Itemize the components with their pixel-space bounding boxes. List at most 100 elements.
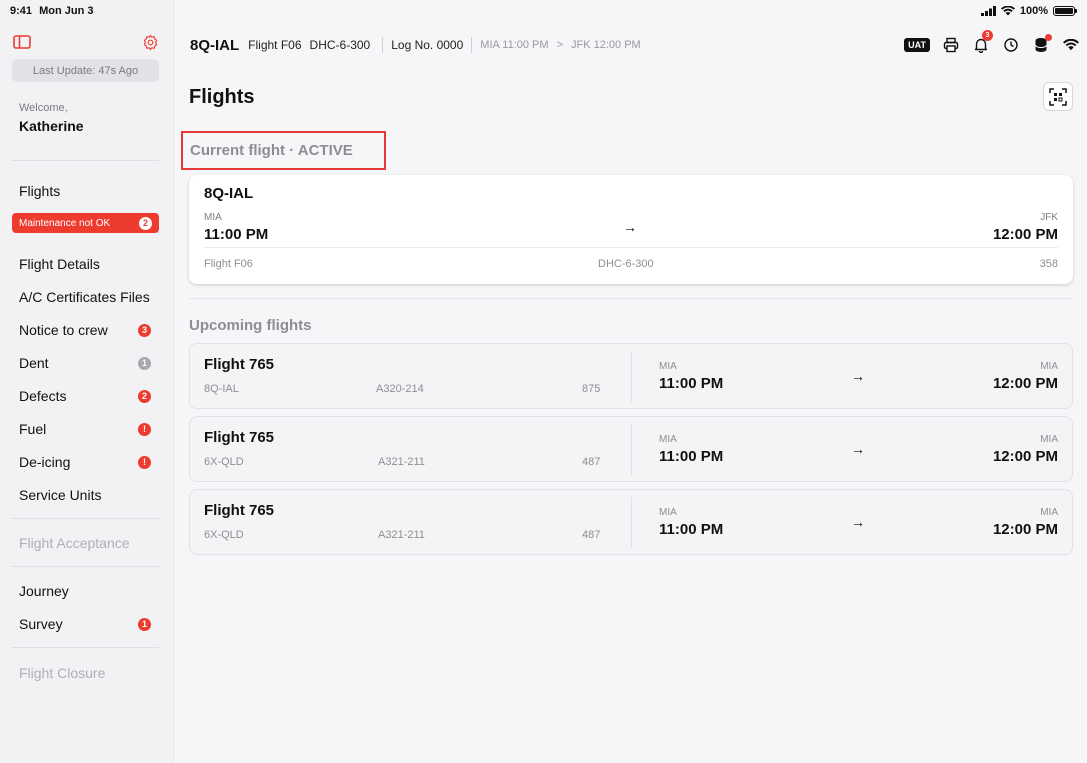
history-clock-icon (1004, 38, 1018, 52)
sidebar-item-label: Flights (19, 183, 61, 199)
arrival-airport-code: MIA (1040, 507, 1058, 518)
maintenance-alert-label: Maintenance not OK (19, 217, 111, 229)
sidebar-item-label: Flight Details (19, 256, 100, 272)
sidebar: Last Update: 47s Ago Welcome, Katherine … (0, 0, 174, 763)
flight-header: 8Q-IAL Flight F06 DHC-6-300 Log No. 0000… (190, 30, 1080, 56)
card-divider (204, 247, 1058, 248)
header-route-from: MIA 11:00 PM (480, 39, 549, 51)
maintenance-alert-banner[interactable]: Maintenance not OK 2 (12, 213, 159, 233)
current-flight-count: 358 (1039, 258, 1058, 270)
sidebar-item-label: Flight Acceptance (19, 535, 130, 551)
header-registration: 8Q-IAL (190, 36, 240, 54)
sidebar-item-defects[interactable]: Defects 2 (19, 387, 159, 405)
sidebar-toggle-icon[interactable] (13, 35, 31, 49)
upcoming-flight-registration: 6X-QLD (204, 456, 244, 468)
sidebar-item-flights[interactable]: Flights (19, 182, 159, 200)
defects-count-badge: 2 (138, 389, 151, 403)
header-flight: Flight F06 (248, 38, 302, 52)
departure-time: 11:00 PM (659, 375, 724, 392)
sidebar-item-label: Journey (19, 583, 69, 599)
maintenance-alert-count: 2 (139, 216, 152, 230)
wifi-icon (1000, 6, 1015, 16)
departure-airport-code: MIA (204, 212, 222, 223)
connectivity-button[interactable] (1062, 36, 1080, 54)
survey-count-badge: 1 (138, 617, 151, 631)
sidebar-item-de-icing[interactable]: De-icing ! (19, 453, 159, 471)
sync-alert-dot (1045, 34, 1052, 41)
upcoming-flight-card[interactable]: Flight 765 8Q-IAL A320-214 875 MIA 11:00… (189, 343, 1073, 409)
sidebar-item-survey[interactable]: Survey 1 (19, 615, 159, 633)
sidebar-item-label: Service Units (19, 487, 102, 503)
arrival-time: 12:00 PM (992, 521, 1058, 538)
sidebar-item-ac-certificates[interactable]: A/C Certificates Files (19, 288, 159, 306)
sidebar-divider (12, 518, 159, 519)
settings-gear-icon[interactable] (142, 34, 159, 51)
departure-time: 11:00 PM (659, 521, 724, 538)
upcoming-flight-card[interactable]: Flight 765 6X-QLD A321-211 487 MIA 11:00… (189, 416, 1073, 482)
dent-count-badge: 1 (138, 356, 151, 370)
status-time: 9:41 Mon Jun 3 (10, 5, 93, 17)
route-arrow-icon: → (851, 368, 865, 384)
upcoming-flight-count: 487 (582, 529, 601, 541)
arrival-time: 12:00 PM (992, 226, 1058, 243)
card-separator (631, 351, 632, 402)
sidebar-item-journey[interactable]: Journey (19, 582, 159, 600)
battery-icon (1053, 6, 1077, 16)
status-indicators: 100% (980, 5, 1077, 17)
sidebar-item-label: De-icing (19, 454, 71, 470)
wifi-icon (1063, 39, 1079, 51)
arrival-time: 12:00 PM (992, 375, 1058, 392)
arrival-airport-code: MIA (1040, 361, 1058, 372)
last-update-badge: Last Update: 47s Ago (12, 59, 159, 82)
fuel-alert-badge: ! (138, 422, 151, 436)
upcoming-flight-registration: 8Q-IAL (204, 383, 239, 395)
upcoming-flight-card[interactable]: Flight 765 6X-QLD A321-211 487 MIA 11:00… (189, 489, 1073, 555)
header-separator (382, 37, 384, 53)
header-aircraft-type: DHC-6-300 (309, 38, 371, 52)
sidebar-item-label: Dent (19, 355, 49, 371)
departure-airport-code: MIA (659, 507, 677, 518)
status-bar: 9:41 Mon Jun 3 100% (0, 0, 1087, 22)
route-arrow-icon: → (623, 219, 637, 235)
database-sync-button[interactable] (1032, 34, 1052, 54)
sidebar-divider (12, 566, 159, 567)
battery-percentage: 100% (1019, 5, 1048, 17)
departure-airport-code: MIA (659, 434, 677, 445)
arrival-airport-code: MIA (1040, 434, 1058, 445)
notification-count-badge: 3 (982, 30, 993, 41)
printer-icon (943, 37, 959, 53)
current-flight-card[interactable]: 8Q-IAL MIA 11:00 PM → JFK 12:00 PM Fligh… (189, 175, 1073, 284)
sidebar-item-fuel[interactable]: Fuel ! (19, 420, 159, 438)
sidebar-item-label: Defects (19, 388, 67, 404)
current-flight-number: Flight F06 (204, 258, 253, 270)
upcoming-flight-title: Flight 765 (204, 502, 275, 519)
upcoming-flight-count: 487 (582, 456, 601, 468)
departure-airport-code: MIA (659, 361, 677, 372)
current-flight-status-label: Current flight · ACTIVE (181, 131, 386, 170)
sidebar-item-label: Notice to crew (19, 322, 108, 338)
notice-count-badge: 3 (138, 323, 151, 337)
sidebar-item-flight-details[interactable]: Flight Details (19, 255, 159, 273)
arrival-airport-code: JFK (1040, 212, 1058, 223)
username: Katherine (19, 118, 84, 134)
page-title: Flights (189, 86, 255, 108)
header-separator (471, 37, 473, 53)
sidebar-item-notice-to-crew[interactable]: Notice to crew 3 (19, 321, 159, 339)
print-button[interactable] (942, 36, 960, 54)
sidebar-divider (12, 647, 159, 648)
uat-environment-badge: UAT (904, 38, 930, 52)
qr-scan-icon (1049, 87, 1067, 106)
upcoming-aircraft-type: A320-214 (376, 383, 424, 395)
sidebar-item-service-units[interactable]: Service Units (19, 486, 159, 504)
upcoming-flight-registration: 6X-QLD (204, 529, 244, 541)
scan-qr-button[interactable] (1043, 82, 1073, 111)
notifications-button[interactable]: 3 (972, 30, 993, 54)
sidebar-item-dent[interactable]: Dent 1 (19, 354, 159, 372)
upcoming-flights-heading: Upcoming flights (189, 317, 312, 334)
history-button[interactable] (1002, 36, 1020, 54)
route-chevron-icon: > (556, 39, 563, 51)
status-clock: 9:41 (10, 5, 33, 17)
departure-time: 11:00 PM (204, 226, 269, 243)
status-date: Mon Jun 3 (39, 5, 94, 17)
sidebar-item-label: A/C Certificates Files (19, 289, 150, 305)
